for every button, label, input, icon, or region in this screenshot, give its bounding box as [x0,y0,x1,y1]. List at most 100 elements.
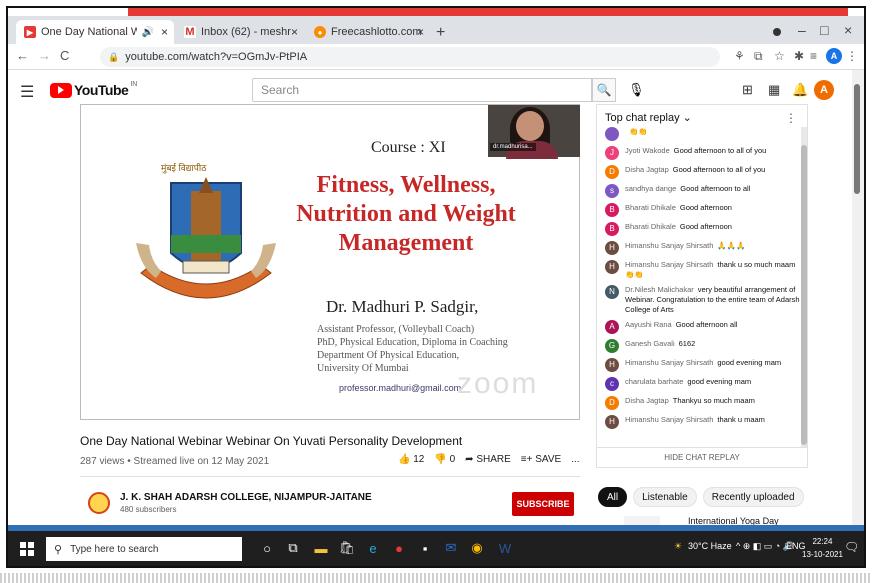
hide-chat-replay-button[interactable]: HIDE CHAT REPLAY [597,447,807,467]
chat-author[interactable]: Aayushi Rana [625,320,672,329]
close-icon[interactable]: × [291,25,298,39]
chat-author[interactable]: Dr.Nilesh Malichakar [625,285,694,294]
chat-message[interactable]: H Himanshu Sanjay Shirsath thank u so much… [605,260,801,280]
chat-message[interactable]: G Ganesh Gavali 6162 [605,339,801,353]
chip-listenable[interactable]: Listenable [633,487,697,507]
chat-header[interactable]: Top chat replay ⌄ [605,111,692,124]
subscribe-button[interactable]: SUBSCRIBE [512,492,574,516]
browser-menu-icon[interactable]: ⋮ [846,49,858,63]
like-button[interactable]: 👍 12 [398,454,424,465]
chat-author[interactable]: Himanshu Sanjay Shirsath [625,241,713,250]
chat-avatar[interactable]: H [605,358,619,372]
close-icon[interactable]: × [161,25,168,39]
save-button[interactable]: ≡+ SAVE [521,454,561,465]
chat-author[interactable]: Himanshu Sanjay Shirsath [625,358,713,367]
browser-profile-avatar[interactable]: A [826,48,842,64]
url-field[interactable]: 🔒 youtube.com/watch?v=OGmJv-PtPIA [100,47,720,67]
reading-list-icon[interactable]: ≡ [810,49,817,63]
chat-avatar[interactable] [605,127,619,141]
create-video-icon[interactable]: ⊞ [742,82,753,98]
chat-avatar[interactable]: H [605,260,619,274]
word-icon[interactable]: W [496,539,514,557]
minimize-button[interactable]: – [798,22,806,38]
chat-message[interactable]: c charulata barhate good evening mam [605,377,801,391]
reload-icon[interactable]: C [60,48,69,63]
new-tab-button[interactable]: + [436,24,445,42]
notifications-icon[interactable]: 🗨 [844,540,859,554]
forward-icon[interactable]: → [38,48,51,63]
tab-freecashlotto[interactable]: ● Freecashlotto.com × [306,20,430,44]
windows-start-icon[interactable] [20,542,34,556]
chat-avatar[interactable]: J [605,146,619,160]
file-explorer-icon[interactable]: ▬ [312,539,330,557]
chat-avatar[interactable]: G [605,339,619,353]
chat-avatar[interactable]: H [605,241,619,255]
account-avatar[interactable]: A [814,80,834,100]
weather-text[interactable]: 30°C Haze [688,541,732,551]
taskbar-clock[interactable]: 22:24 13-10-2021 [802,535,843,561]
search-input[interactable]: Search [252,78,592,102]
cast-icon[interactable]: ⧉ [754,49,763,64]
chat-author[interactable]: Himanshu Sanjay Shirsath [625,415,713,424]
chat-author[interactable]: Bharati Dhikale [625,203,676,212]
channel-name[interactable]: J. K. SHAH ADARSH COLLEGE, NIJAMPUR-JAIT… [120,492,372,503]
chat-menu-icon[interactable]: ⋮ [785,111,797,125]
chat-avatar[interactable]: s [605,184,619,198]
chat-message[interactable]: D Disha Jagtap Thankyu so much maam [605,396,801,410]
close-window-button[interactable]: × [844,22,852,38]
chat-message[interactable]: A Aayushi Rana Good afternoon all [605,320,801,334]
extensions-icon[interactable]: ✱ [794,49,804,63]
chat-message[interactable]: J Jyoti Wakode Good afternoon to all of yo… [605,146,801,160]
more-actions-button[interactable]: ... [571,454,579,465]
chat-message[interactable]: H Himanshu Sanjay Shirsath good evening ma… [605,358,801,372]
chat-author[interactable]: sandhya dange [625,184,676,193]
microphone-icon[interactable]: 🎙 [628,82,645,98]
youtube-logo[interactable]: YouTube IN [50,81,137,98]
weather-icon[interactable]: ☀ [674,541,682,552]
mail-icon[interactable]: ✉ [442,539,460,557]
search-icon[interactable]: 🔍 [592,78,616,102]
chat-message[interactable]: B Bharati Dhikale Good afternoon [605,222,801,236]
close-icon[interactable]: × [417,25,424,39]
chat-avatar[interactable]: D [605,396,619,410]
profile-indicator-icon[interactable] [773,28,781,36]
chat-avatar[interactable]: D [605,165,619,179]
chip-recently-uploaded[interactable]: Recently uploaded [702,487,804,507]
page-scrollbar-thumb[interactable] [854,84,860,194]
chat-message[interactable]: H Himanshu Sanjay Shirsath 🙏🙏🙏 [605,241,801,255]
notifications-bell-icon[interactable]: 🔔 [792,82,808,98]
translate-icon[interactable]: ⚘ [734,49,745,63]
chat-avatar[interactable]: N [605,285,619,299]
chat-avatar[interactable]: B [605,222,619,236]
back-icon[interactable]: ← [16,48,29,63]
chat-author[interactable]: Jyoti Wakode [625,146,670,155]
tab-youtube[interactable]: ▶ One Day National Webinar V 🔊 × [16,20,174,44]
chat-author[interactable]: Ganesh Gavali [625,339,675,348]
chat-author[interactable]: Bharati Dhikale [625,222,676,231]
chat-message[interactable]: 👏👏 [605,127,801,141]
maximize-button[interactable]: □ [820,22,828,38]
chat-avatar[interactable]: B [605,203,619,217]
chat-message[interactable]: H Himanshu Sanjay Shirsath thank u maam [605,415,801,429]
chat-author[interactable]: Himanshu Sanjay Shirsath [625,260,713,269]
chat-author[interactable]: Disha Jagtap [625,165,669,174]
dislike-button[interactable]: 👎 0 [434,454,455,465]
chat-author[interactable]: charulata barhate [625,377,683,386]
channel-avatar[interactable] [88,492,110,514]
video-player[interactable]: मुंबई विद्यापीठ Course : XI Fitness, Wel… [80,104,580,420]
task-view-icon[interactable]: ⧉ [284,539,302,557]
chat-message-list[interactable]: 👏👏 J Jyoti Wakode Good afternoon to all of … [605,127,801,434]
chat-message[interactable]: D Disha Jagtap Good afternoon to all of yo… [605,165,801,179]
chat-avatar[interactable]: c [605,377,619,391]
chat-message[interactable]: N Dr.Nilesh Malichakar very beautiful arra… [605,285,801,315]
chat-avatar[interactable]: A [605,320,619,334]
chat-avatar[interactable]: H [605,415,619,429]
chat-message[interactable]: B Bharati Dhikale Good afternoon [605,203,801,217]
edge-icon[interactable]: e [364,539,382,557]
app-icon[interactable]: ● [390,539,408,557]
cortana-icon[interactable]: ○ [258,539,276,557]
store-icon[interactable]: 🛍 [338,539,356,557]
taskbar-search-input[interactable]: ⚲ Type here to search [46,537,242,561]
bookmark-star-icon[interactable]: ☆ [774,49,785,63]
speaker-icon[interactable]: 🔊 [142,27,154,38]
